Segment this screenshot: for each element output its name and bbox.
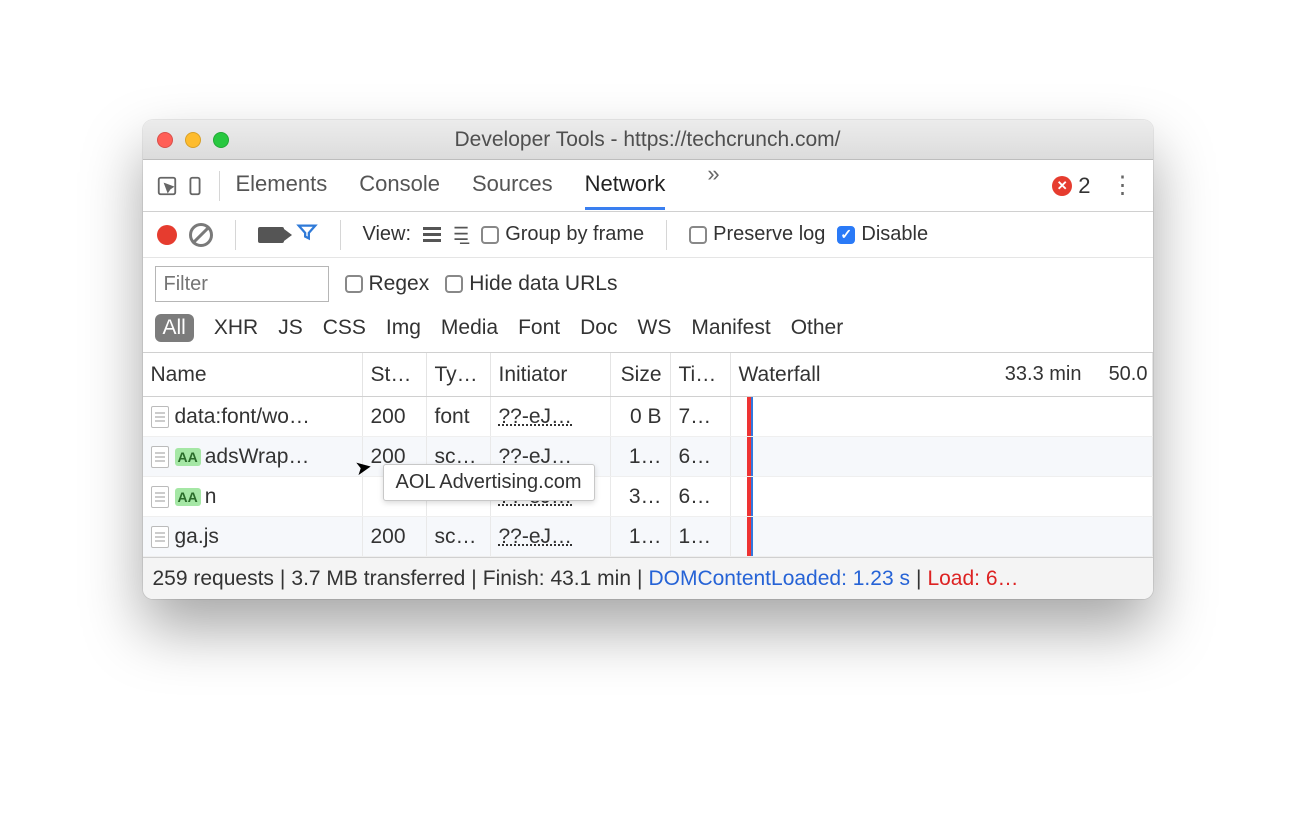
status-bar: 259 requests | 3.7 MB transferred | Fini…	[143, 557, 1153, 599]
tab-network[interactable]: Network	[585, 161, 666, 210]
devtools-window: Developer Tools - https://techcrunch.com…	[143, 120, 1153, 599]
zoom-button[interactable]	[213, 132, 229, 148]
table-row[interactable]: AAadsWrap… 200 sc… ??-eJ… 1… 6…	[143, 437, 1153, 477]
col-waterfall[interactable]: Waterfall 33.3 min 50.0	[731, 353, 1153, 396]
chip-all[interactable]: All	[155, 314, 194, 342]
close-button[interactable]	[157, 132, 173, 148]
status-finish: Finish: 43.1 min	[483, 567, 631, 591]
filter-bar: Regex Hide data URLs	[143, 258, 1153, 310]
tab-console[interactable]: Console	[359, 161, 440, 210]
large-rows-icon[interactable]	[423, 227, 441, 242]
chip-font[interactable]: Font	[518, 316, 560, 340]
tab-sources[interactable]: Sources	[472, 161, 553, 210]
chip-js[interactable]: JS	[278, 316, 303, 340]
settings-menu-icon[interactable]: ⋮	[1103, 171, 1143, 200]
small-rows-icon[interactable]: ☰̲	[453, 224, 469, 245]
checkbox-icon	[689, 226, 707, 244]
error-icon: ✕	[1052, 176, 1072, 196]
file-icon	[151, 526, 169, 548]
checkbox-icon	[481, 226, 499, 244]
col-initiator[interactable]: Initiator	[491, 353, 611, 396]
status-requests: 259 requests	[153, 567, 274, 591]
chip-xhr[interactable]: XHR	[214, 316, 258, 340]
minimize-button[interactable]	[185, 132, 201, 148]
window-title: Developer Tools - https://techcrunch.com…	[143, 128, 1153, 152]
chip-doc[interactable]: Doc	[580, 316, 617, 340]
request-table: data:font/wo… 200 font ??-eJ… 0 B 7… AAa…	[143, 397, 1153, 557]
filter-toggle-icon[interactable]	[296, 221, 318, 249]
waterfall-tick: 50.0	[1109, 363, 1148, 386]
chip-manifest[interactable]: Manifest	[691, 316, 770, 340]
file-icon	[151, 406, 169, 428]
checkbox-icon	[345, 275, 363, 293]
panel-tabs: Elements Console Sources Network »	[236, 161, 720, 210]
chip-img[interactable]: Img	[386, 316, 421, 340]
col-size[interactable]: Size	[611, 353, 671, 396]
screenshot-icon[interactable]	[258, 227, 284, 243]
tooltip: AOL Advertising.com	[383, 464, 595, 501]
chip-ws[interactable]: WS	[638, 316, 672, 340]
tab-elements[interactable]: Elements	[236, 161, 328, 210]
col-type[interactable]: Ty…	[427, 353, 491, 396]
ad-badge: AA	[175, 448, 201, 466]
preserve-log-option[interactable]: Preserve log	[689, 223, 825, 246]
traffic-lights	[157, 132, 229, 148]
inspect-icon[interactable]	[153, 172, 181, 200]
file-icon	[151, 486, 169, 508]
checkbox-icon	[445, 275, 463, 293]
col-status[interactable]: St…	[363, 353, 427, 396]
chip-css[interactable]: CSS	[323, 316, 366, 340]
ad-badge: AA	[175, 488, 201, 506]
network-toolbar: View: ☰̲ Group by frame Preserve log Dis…	[143, 212, 1153, 258]
table-row[interactable]: data:font/wo… 200 font ??-eJ… 0 B 7…	[143, 397, 1153, 437]
type-filter-bar: All XHR JS CSS Img Media Font Doc WS Man…	[143, 310, 1153, 353]
status-domcontentloaded: DOMContentLoaded: 1.23 s	[648, 567, 910, 591]
error-count[interactable]: ✕ 2	[1052, 173, 1090, 199]
tabs-overflow-icon[interactable]: »	[707, 161, 719, 210]
filter-input[interactable]	[155, 266, 329, 302]
main-toolbar: Elements Console Sources Network » ✕ 2 ⋮	[143, 160, 1153, 212]
table-row[interactable]: AAn ??-eJ… 3… 6…	[143, 477, 1153, 517]
group-by-frame-option[interactable]: Group by frame	[481, 223, 644, 246]
clear-button[interactable]	[189, 223, 213, 247]
table-row[interactable]: ga.js 200 sc… ??-eJ… 1… 1…	[143, 517, 1153, 557]
error-count-value: 2	[1078, 173, 1090, 199]
hide-data-urls-option[interactable]: Hide data URLs	[445, 272, 617, 296]
cursor-icon: ➤	[352, 454, 373, 482]
regex-option[interactable]: Regex	[345, 272, 430, 296]
chip-media[interactable]: Media	[441, 316, 498, 340]
disable-cache-option[interactable]: Disable	[837, 223, 928, 246]
status-load: Load: 6…	[927, 567, 1018, 591]
file-icon	[151, 446, 169, 468]
chip-other[interactable]: Other	[791, 316, 844, 340]
status-transferred: 3.7 MB transferred	[291, 567, 465, 591]
view-label: View:	[363, 223, 412, 246]
col-name[interactable]: Name	[143, 353, 363, 396]
checkbox-checked-icon	[837, 226, 855, 244]
col-time[interactable]: Ti…	[671, 353, 731, 396]
titlebar: Developer Tools - https://techcrunch.com…	[143, 120, 1153, 160]
waterfall-tick: 33.3 min	[1005, 363, 1082, 386]
table-header: Name St… Ty… Initiator Size Ti… Waterfal…	[143, 353, 1153, 397]
device-icon[interactable]	[181, 172, 209, 200]
record-button[interactable]	[157, 225, 177, 245]
